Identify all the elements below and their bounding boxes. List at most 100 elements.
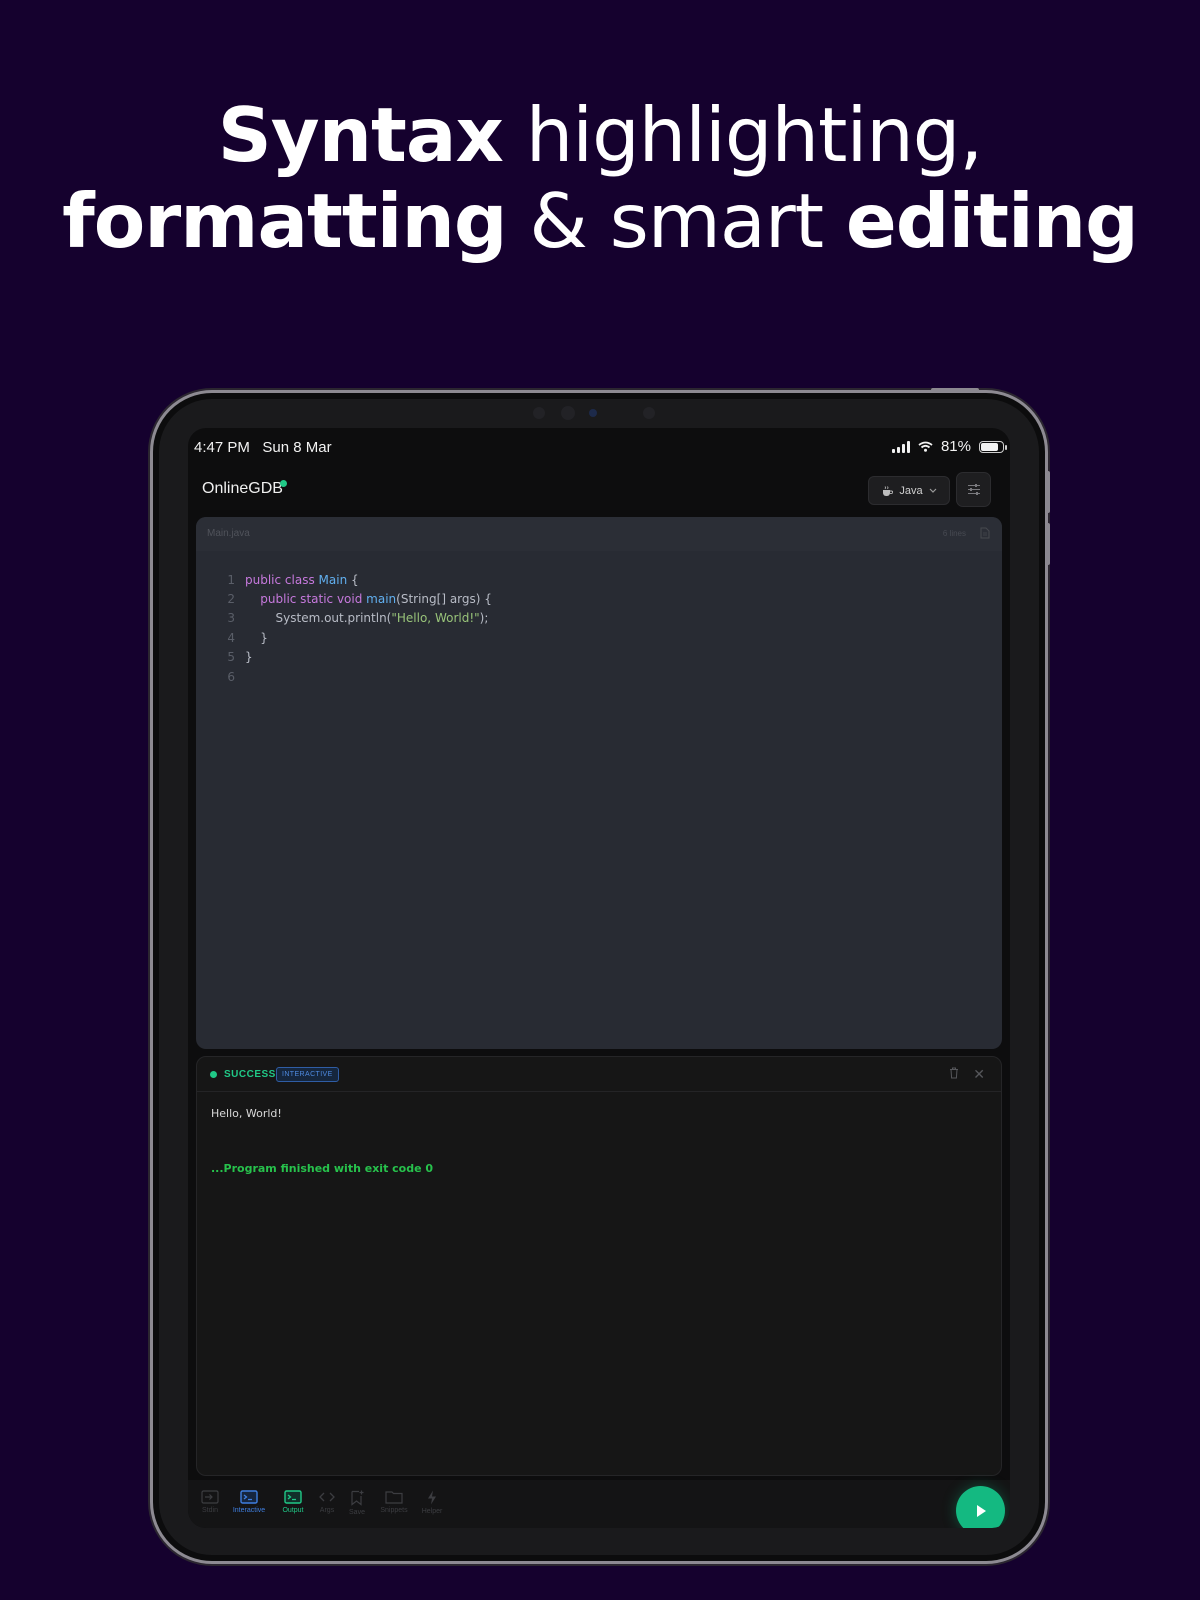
volume-button xyxy=(931,388,979,392)
tab-label: Output xyxy=(282,1507,304,1514)
status-time: 4:47 PM Sun 8 Mar xyxy=(194,439,332,456)
headline-bold-word: Syntax xyxy=(217,91,504,179)
code-text: System.out.println("Hello, World!"); xyxy=(235,611,489,626)
code-icon xyxy=(319,1492,335,1502)
code-token: public static void xyxy=(260,592,367,607)
code-token: System.out.println( xyxy=(245,611,392,626)
code-token: { xyxy=(347,572,359,587)
sensor-icon xyxy=(589,409,597,417)
battery-percent: 81% xyxy=(940,438,971,455)
headline-line-1: Syntax highlighting, xyxy=(0,92,1200,178)
code-token: } xyxy=(245,630,268,645)
settings-button[interactable] xyxy=(956,472,991,507)
sliders-icon xyxy=(967,484,980,495)
headline-regular-word: & smart xyxy=(529,177,824,265)
connection-status-dot xyxy=(280,480,287,487)
time-text: 4:47 PM xyxy=(194,439,250,456)
code-line[interactable]: 6 xyxy=(196,667,1002,686)
headline-line-2: formatting & smart editing xyxy=(0,178,1200,264)
camera-bar xyxy=(533,405,668,421)
tab-label: Args xyxy=(319,1507,335,1514)
side-button xyxy=(1046,523,1050,565)
code-text: public class Main { xyxy=(235,573,359,587)
bolt-icon xyxy=(428,1490,436,1505)
camera-icon xyxy=(561,406,575,420)
side-button xyxy=(1046,471,1050,513)
tablet-frame: 4:47 PM Sun 8 Mar 81% OnlineGDB Java Mai… xyxy=(150,388,1050,1564)
editor-tab-bar: Main.java 6 lines xyxy=(196,517,1002,551)
trash-icon[interactable] xyxy=(949,1067,959,1079)
tab-label: Interactive xyxy=(232,1507,266,1514)
headline-regular-word: highlighting, xyxy=(525,91,984,179)
line-number: 5 xyxy=(227,650,235,665)
close-icon[interactable]: ✕ xyxy=(973,1067,985,1081)
code-line[interactable]: 1 public class Main { xyxy=(196,570,1002,589)
tab-label: Snippets xyxy=(380,1507,408,1514)
wifi-icon xyxy=(918,441,933,452)
stdin-icon xyxy=(201,1490,219,1504)
code-token: main xyxy=(366,592,397,607)
code-token: Main xyxy=(318,572,348,587)
tab-label: Helper xyxy=(421,1508,443,1515)
line-number: 4 xyxy=(227,630,235,645)
code-line[interactable]: 3 System.out.println("Hello, World!"); xyxy=(196,609,1002,628)
file-name[interactable]: Main.java xyxy=(207,528,250,539)
code-token: ); xyxy=(479,611,489,626)
sensor-icon xyxy=(533,407,545,419)
headline-bold-word: formatting xyxy=(62,177,507,265)
language-selector[interactable]: Java xyxy=(868,476,950,505)
code-area[interactable]: 1 public class Main {2 public static void… xyxy=(196,570,1002,686)
app-screen: 4:47 PM Sun 8 Mar 81% OnlineGDB Java Mai… xyxy=(188,428,1010,1528)
code-text: } xyxy=(235,631,268,645)
folder-icon xyxy=(385,1491,403,1504)
line-number: 1 xyxy=(227,572,235,587)
tab-interactive[interactable]: Interactive xyxy=(227,1490,271,1514)
app-title: OnlineGDB xyxy=(202,480,283,497)
terminal-icon xyxy=(284,1490,302,1504)
status-indicators: 81% xyxy=(891,438,1007,455)
run-button[interactable] xyxy=(956,1486,1005,1528)
status-bar: 4:47 PM Sun 8 Mar 81% xyxy=(188,428,1010,466)
code-line[interactable]: 4 } xyxy=(196,628,1002,647)
bottom-toolbar: Stdin Interactive Output Args Save Snipp… xyxy=(188,1480,1010,1528)
code-line[interactable]: 2 public static void main(String[] args)… xyxy=(196,589,1002,608)
success-dot xyxy=(210,1071,217,1078)
battery-level xyxy=(981,442,998,451)
java-icon xyxy=(883,485,894,496)
code-token: public class xyxy=(245,572,319,587)
line-number: 6 xyxy=(227,669,235,684)
date-text: Sun 8 Mar xyxy=(262,439,332,456)
code-token: } xyxy=(245,650,253,665)
file-icon[interactable] xyxy=(980,527,990,539)
headline-bold-word: editing xyxy=(845,177,1139,265)
console-header: SUCCESS INTERACTIVE ✕ xyxy=(197,1057,1001,1092)
run-status: SUCCESS xyxy=(224,1069,276,1080)
chevron-down-icon xyxy=(929,488,937,493)
headline: Syntax highlighting, formatting & smart … xyxy=(0,92,1200,264)
bookmark-icon xyxy=(351,1490,364,1506)
output-console: SUCCESS INTERACTIVE ✕ Hello, World! ...P… xyxy=(196,1056,1002,1476)
code-token: "Hello, World!" xyxy=(391,611,480,626)
code-token: (String[] args) { xyxy=(396,592,492,607)
signal-icon xyxy=(891,440,910,453)
battery-icon xyxy=(979,440,1007,453)
code-line[interactable]: 5} xyxy=(196,648,1002,667)
tab-stdin[interactable]: Stdin xyxy=(188,1490,232,1514)
tab-label: Save xyxy=(349,1509,365,1516)
mode-badge: INTERACTIVE xyxy=(276,1067,339,1082)
app-header: OnlineGDB Java xyxy=(188,466,1010,510)
program-output: Hello, World! xyxy=(211,1107,282,1120)
line-number: 3 xyxy=(227,611,235,626)
exit-message: ...Program finished with exit code 0 xyxy=(211,1162,434,1175)
code-editor[interactable]: Main.java 6 lines 1 public class Main {2 … xyxy=(196,517,1002,1049)
play-icon xyxy=(976,1504,986,1517)
tab-label: Stdin xyxy=(202,1507,218,1514)
terminal-icon xyxy=(240,1490,258,1504)
tab-helper[interactable]: Helper xyxy=(410,1490,454,1515)
line-number: 2 xyxy=(227,592,235,607)
language-label: Java xyxy=(899,484,923,497)
code-text: public static void main(String[] args) { xyxy=(235,592,492,606)
line-count: 6 lines xyxy=(942,529,966,538)
sensor-icon xyxy=(643,407,655,419)
